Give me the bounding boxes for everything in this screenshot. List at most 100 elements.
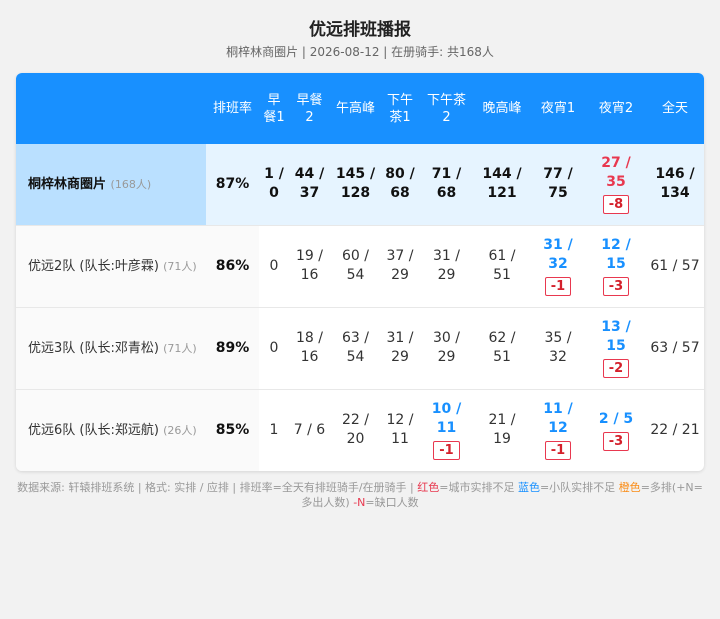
shift-cell: 80 / 68 [381, 144, 419, 225]
shift-value: 35 / 32 [544, 330, 572, 365]
schedule-table: 排班率 早餐1 早餐2 午高峰 下午茶1 下午茶2 晚高峰 夜宵1 夜宵2 全天… [16, 73, 704, 471]
shift-value: 22 / 20 [342, 412, 369, 448]
shift-value: 62 / 51 [488, 330, 516, 365]
shift-value: 63 / 54 [342, 330, 369, 365]
shift-cell: 22 / 21 [646, 389, 704, 471]
shift-cell: 13 / 15 -2 [586, 307, 646, 389]
shift-value: 144 / 121 [482, 166, 522, 202]
shift-cell: 146 / 134 [646, 144, 704, 225]
shift-value: 71 / 68 [431, 166, 462, 202]
shift-cell: 60 / 54 [330, 225, 381, 307]
legend-blue-desc: =小队实排不足 [539, 481, 619, 494]
shift-value: 77 / 75 [543, 166, 573, 202]
shift-cell: 7 / 6 [289, 389, 330, 471]
rider-count: (71人) [163, 259, 197, 273]
shift-value: 2 / 5 [598, 410, 634, 427]
shift-cell: 63 / 57 [646, 307, 704, 389]
shift-value: 27 / 35 [601, 155, 631, 191]
shift-value: 13 / 15 [601, 319, 631, 354]
shift-value: 146 / 134 [655, 166, 695, 202]
shift-cell: 31 / 29 [419, 225, 474, 307]
page-subtitle: 桐梓林商圈片 | 2026-08-12 | 在册骑手: 共168人 [226, 45, 494, 59]
shift-value: 63 / 57 [650, 339, 700, 356]
shift-value: 60 / 54 [342, 248, 369, 283]
team-name: 优远6队 (队长:郑远航) [28, 422, 159, 438]
shift-cell: 19 / 16 [289, 225, 330, 307]
shift-cell: 77 / 75 [530, 144, 586, 225]
team-name-cell: 优远2队 (队长:叶彦霖) (71人) [16, 225, 206, 307]
shift-cell: 27 / 35 -8 [586, 144, 646, 225]
shift-value: 31 / 32 [543, 237, 573, 272]
shift-cell: 71 / 68 [419, 144, 474, 225]
shift-cell: 63 / 54 [330, 307, 381, 389]
header-night1: 夜宵1 [540, 101, 576, 116]
rider-count: (168人) [110, 177, 152, 191]
shift-cell: 145 / 128 [330, 144, 381, 225]
shift-cell: 61 / 51 [474, 225, 530, 307]
shift-cell: 1 / 0 [259, 144, 289, 225]
footer-text: 数据来源: 轩辕排班系统 | 格式: 实排 / 应排 | 排班率=全天有排班骑手… [17, 481, 418, 494]
shift-cell: 11 / 12 -1 [530, 389, 586, 471]
footer-legend: 数据来源: 轩辕排班系统 | 格式: 实排 / 应排 | 排班率=全天有排班骑手… [16, 480, 704, 510]
shift-value: 0 [269, 257, 279, 274]
shift-value: 31 / 29 [386, 330, 414, 365]
shift-cell: 21 / 19 [474, 389, 530, 471]
shift-cell: 61 / 57 [646, 225, 704, 307]
team-name: 优远2队 (队长:叶彦霖) [28, 258, 159, 274]
shift-cell: 0 [259, 225, 289, 307]
schedule-rate: 85% [206, 389, 259, 471]
rider-count: (26人) [163, 423, 197, 437]
shift-cell: 37 / 29 [381, 225, 419, 307]
legend-red-desc: =城市实排不足 [439, 481, 518, 494]
shift-cell: 31 / 29 [381, 307, 419, 389]
header-breakfast1: 早餐1 [263, 92, 285, 125]
gap-badge: -1 [433, 441, 460, 461]
shift-value: 80 / 68 [385, 166, 415, 202]
team-name-cell: 优远3队 (队长:邓青松) (71人) [16, 307, 206, 389]
shift-value: 61 / 57 [650, 257, 700, 274]
header-breakfast2: 早餐2 [296, 92, 323, 125]
header-tea1: 下午茶1 [386, 92, 413, 125]
header-night2: 夜宵2 [598, 101, 634, 116]
shift-value: 44 / 37 [294, 166, 325, 202]
header-tea2: 下午茶2 [426, 92, 466, 125]
shift-value: 7 / 6 [293, 421, 326, 438]
gap-badge: -8 [602, 195, 630, 215]
shift-cell: 18 / 16 [289, 307, 330, 389]
shift-cell: 1 [259, 389, 289, 471]
shift-value: 61 / 51 [488, 248, 516, 283]
header-all-day: 全天 [661, 101, 688, 116]
shift-cell: 35 / 32 [530, 307, 586, 389]
shift-cell: 44 / 37 [289, 144, 330, 225]
table-row: 优远3队 (队长:邓青松) (71人) 89% 0 18 / 16 63 / 54 31 … [16, 307, 704, 389]
shift-cell: 0 [259, 307, 289, 389]
shift-cell: 22 / 20 [330, 389, 381, 471]
shift-cell: 30 / 29 [419, 307, 474, 389]
shift-cell: 31 / 32 -1 [530, 225, 586, 307]
legend-gap-desc: =缺口人数 [365, 496, 419, 509]
rider-count: (71人) [163, 341, 197, 355]
shift-value: 145 / 128 [335, 166, 376, 202]
header-name [16, 73, 206, 144]
table-row: 优远2队 (队长:叶彦霖) (71人) 86% 0 19 / 16 60 / 54 37 … [16, 225, 704, 307]
gap-badge: -1 [544, 441, 572, 461]
team-name-cell: 桐梓林商圈片 (168人) [16, 144, 206, 225]
shift-cell: 144 / 121 [474, 144, 530, 225]
team-name-cell: 优远6队 (队长:郑远航) (26人) [16, 389, 206, 471]
header-dinner-peak: 晚高峰 [482, 101, 522, 116]
shift-value: 12 / 15 [601, 237, 631, 272]
shift-value: 19 / 16 [296, 248, 323, 283]
shift-value: 1 [269, 421, 279, 438]
header-row: 排班率 早餐1 早餐2 午高峰 下午茶1 下午茶2 晚高峰 夜宵1 夜宵2 全天 [16, 73, 704, 144]
page-title: 优远排班播报 [309, 20, 411, 40]
shift-value: 12 / 11 [386, 412, 414, 448]
shift-cell: 2 / 5 -3 [586, 389, 646, 471]
shift-value: 0 [269, 339, 279, 356]
schedule-rate: 86% [206, 225, 259, 307]
shift-value: 1 / 0 [264, 166, 284, 202]
shift-cell: 62 / 51 [474, 307, 530, 389]
header-rate: 排班率 [212, 101, 252, 116]
shift-value: 22 / 21 [650, 421, 700, 438]
header-lunch-peak: 午高峰 [335, 101, 375, 116]
legend-gap: -N [353, 496, 366, 509]
